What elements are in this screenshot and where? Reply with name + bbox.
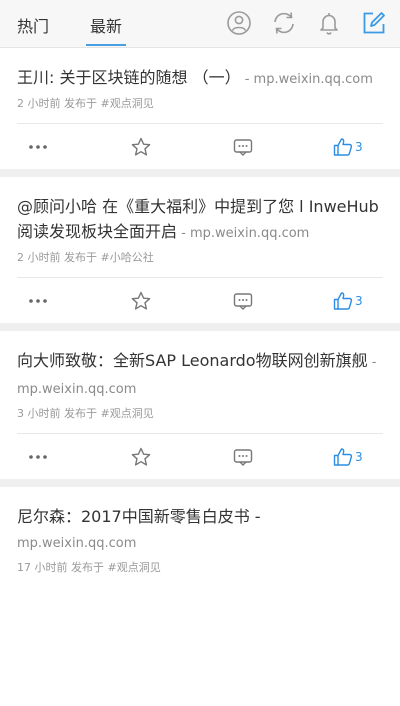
comment-icon[interactable] [232,136,254,158]
tab-hot[interactable]: 热门 [17,13,49,37]
tab-latest[interactable]: 最新 [90,13,122,37]
star-icon[interactable] [130,136,152,158]
card-separator [0,323,400,331]
post-meta: 2 小时前 发布于 #观点洞见 [17,97,154,110]
card-separator [0,169,400,177]
more-icon[interactable] [27,136,49,158]
post-meta: 3 小时前 发布于 #观点洞见 [17,407,154,420]
post-domain: - mp.weixin.qq.com [240,72,373,87]
like-icon[interactable] [332,290,354,312]
comment-icon[interactable] [232,290,254,312]
post-card[interactable]: 尼尔森：2017中国新零售白皮书 - mp.weixin.qq.com 17 小时… [0,487,400,575]
post-card[interactable]: 向大师致敬：全新SAP Leonardo物联网创新旗舰 - mp.weixin.… [0,331,400,479]
post-meta: 17 小时前 发布于 #观点洞见 [17,561,161,574]
like-icon[interactable] [332,136,354,158]
feed: 王川: 关于区块链的随想 （一） - mp.weixin.qq.com 2 小时… [0,48,400,575]
post-domain: - mp.weixin.qq.com [177,226,310,241]
like-count: 3 [355,450,363,464]
comment-icon[interactable] [232,446,254,468]
user-icon[interactable] [226,10,252,36]
card-separator [0,479,400,487]
bell-icon[interactable] [316,10,342,36]
post-card[interactable]: @顾问小哈 在《重大福利》中提到了您 l InweHub阅读发现板块全面开启 -… [0,177,400,323]
post-actions: 3 [17,123,383,169]
top-bar: 热门 最新 [0,0,400,48]
refresh-icon[interactable] [271,10,297,36]
post-actions: 3 [17,277,383,323]
post-title[interactable]: 向大师致敬：全新SAP Leonardo物联网创新旗舰 - mp.weixin.… [17,348,383,402]
like-count: 3 [355,294,363,308]
star-icon[interactable] [130,290,152,312]
post-title[interactable]: 尼尔森：2017中国新零售白皮书 - mp.weixin.qq.com [17,504,383,556]
post-actions: 3 [17,433,383,479]
like-count: 3 [355,140,363,154]
post-card[interactable]: 王川: 关于区块链的随想 （一） - mp.weixin.qq.com 2 小时… [0,48,400,169]
more-icon[interactable] [27,290,49,312]
post-domain: mp.weixin.qq.com [17,536,137,551]
compose-icon[interactable] [361,10,387,36]
more-icon[interactable] [27,446,49,468]
post-title[interactable]: 王川: 关于区块链的随想 （一） - mp.weixin.qq.com [17,65,383,92]
star-icon[interactable] [130,446,152,468]
post-meta: 2 小时前 发布于 #小哈公社 [17,251,154,264]
active-tab-indicator [86,44,126,46]
like-icon[interactable] [332,446,354,468]
post-title[interactable]: @顾问小哈 在《重大福利》中提到了您 l InweHub阅读发现板块全面开启 -… [17,194,383,246]
